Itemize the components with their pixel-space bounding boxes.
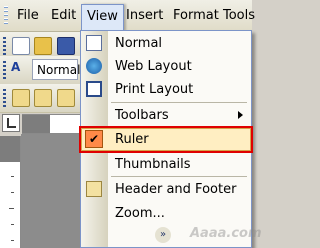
web-layout-icon (86, 58, 102, 74)
menu-item-zoom[interactable]: Zoom... (81, 202, 251, 225)
menu-separator (111, 102, 247, 103)
styles-icon[interactable]: A (11, 60, 27, 76)
style-select[interactable]: Normal (32, 59, 80, 80)
menu-item-normal[interactable]: Normal (81, 32, 251, 55)
menu-item-header-and-footer[interactable]: Header and Footer (81, 178, 251, 201)
menu-format[interactable]: Format (168, 4, 224, 27)
menu-tools[interactable]: Tools (218, 4, 260, 27)
menu-insert[interactable]: Insert (121, 4, 168, 27)
insert-field-icon[interactable] (34, 89, 52, 107)
formatting-toolbar: A Normal (0, 56, 82, 85)
tab-selector-icon[interactable] (2, 114, 20, 132)
menu-item-ruler[interactable]: ✔ Ruler (79, 126, 253, 153)
menu-item-toolbars[interactable]: Toolbars (81, 104, 251, 127)
menu-item-print-layout[interactable]: Print Layout (81, 78, 251, 101)
header-footer-icon (86, 181, 102, 197)
menu-item-web-layout[interactable]: Web Layout (81, 55, 251, 78)
merge-field-icon[interactable] (57, 89, 75, 107)
menu-edit[interactable]: Edit (46, 4, 81, 27)
watermark: Aaaa.com (190, 226, 262, 241)
menu-item-thumbnails[interactable]: Thumbnails (81, 153, 251, 176)
horizontal-ruler[interactable] (22, 114, 86, 134)
new-document-icon[interactable] (12, 37, 30, 55)
menu-file[interactable]: File (12, 4, 44, 27)
normal-view-icon (86, 35, 102, 51)
document-area[interactable] (21, 134, 82, 248)
callout-highlight-box (79, 126, 253, 153)
view-menu-dropdown: Normal Web Layout Print Layout Toolbars … (79, 30, 253, 248)
toolbar-gripper[interactable] (3, 61, 6, 79)
mail-merge-toolbar (0, 84, 82, 113)
menu-separator (111, 176, 247, 177)
toolbar-gripper[interactable] (3, 89, 6, 107)
menu-bar: File Edit View Insert Format Tools (0, 0, 255, 32)
menu-view[interactable]: View (81, 4, 124, 31)
menubar-gripper[interactable] (4, 6, 8, 26)
vertical-ruler[interactable] (0, 136, 21, 248)
toolbar-gripper[interactable] (3, 37, 6, 55)
open-folder-icon[interactable] (34, 37, 52, 55)
submenu-arrow-icon (238, 111, 243, 119)
chevron-double-down-icon[interactable]: » (155, 227, 171, 243)
save-icon[interactable] (57, 37, 75, 55)
print-layout-icon (86, 81, 102, 97)
envelope-icon[interactable] (12, 89, 30, 107)
